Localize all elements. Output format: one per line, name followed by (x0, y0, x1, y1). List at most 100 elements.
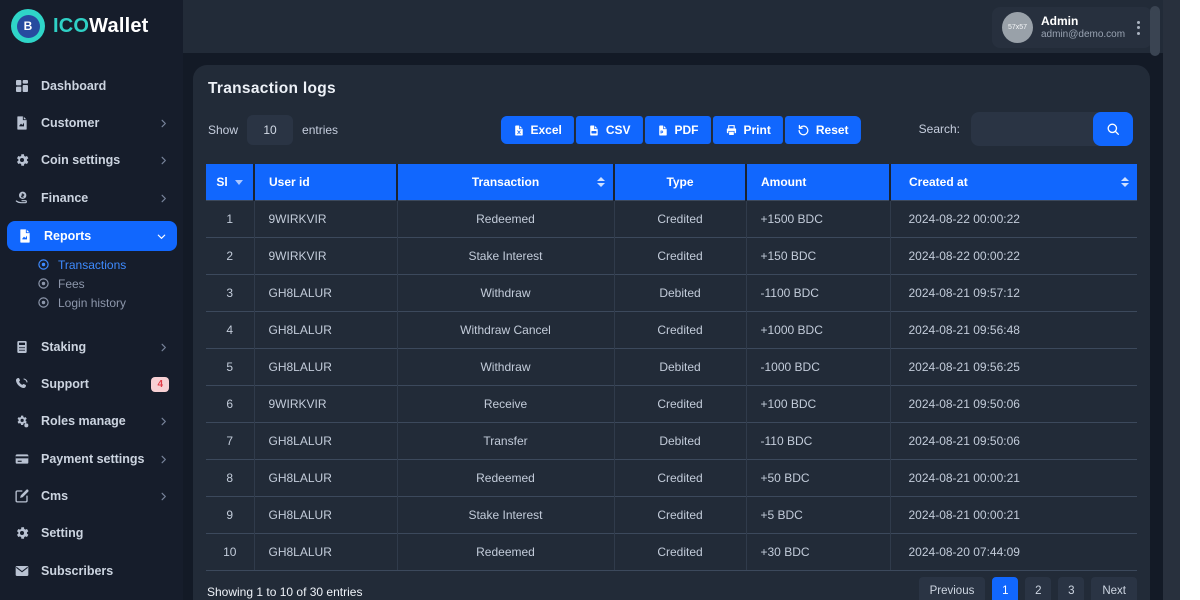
cell-amount: +100 BDC (746, 385, 890, 422)
cell-sl: 8 (206, 459, 254, 496)
phone-icon (14, 376, 30, 392)
gear-icon (14, 525, 30, 541)
scrollbar-thumb[interactable] (1150, 6, 1160, 56)
printer-icon (725, 124, 738, 137)
sidebar-item-staking[interactable]: Staking (0, 332, 183, 362)
excel-button[interactable]: Excel (500, 116, 573, 144)
chevron-right-icon (158, 118, 169, 129)
sidebar-item-coin-settings[interactable]: Coin settings (0, 145, 183, 175)
kebab-menu-icon[interactable] (1133, 17, 1144, 39)
cell-created-at: 2024-08-21 00:00:21 (890, 496, 1137, 533)
cell-amount: +1000 BDC (746, 311, 890, 348)
pagination-page-1[interactable]: 1 (992, 577, 1018, 600)
sidebar-item-reports[interactable]: Reports (7, 221, 177, 251)
sidebar-item-label: Coin settings (41, 153, 120, 167)
cell-sl: 6 (206, 385, 254, 422)
pdf-button[interactable]: PDF (645, 116, 711, 144)
pagination-page-2[interactable]: 2 (1025, 577, 1051, 600)
header-user-id[interactable]: User id (254, 164, 397, 200)
sidebar-item-setting[interactable]: Setting (0, 518, 183, 548)
envelope-icon (14, 563, 30, 579)
sidebar-subitem-login-history[interactable]: Login history (0, 293, 183, 312)
cell-transaction: Withdraw (397, 348, 614, 385)
sidebar-item-payment-settings[interactable]: Payment settings (0, 444, 183, 474)
cell-transaction: Stake Interest (397, 237, 614, 274)
dashboard-grid-icon (14, 78, 30, 94)
cell-amount: -1100 BDC (746, 274, 890, 311)
sidebar-item-cms[interactable]: Cms (0, 481, 183, 511)
sidebar-subitem-fees[interactable]: Fees (0, 274, 183, 293)
header-created-at[interactable]: Created at (890, 164, 1137, 200)
cell-transaction: Withdraw Cancel (397, 311, 614, 348)
cell-type: Credited (614, 200, 746, 237)
sidebar-item-label: Roles manage (41, 414, 126, 428)
search-label: Search: (919, 122, 960, 136)
table-row: 3 GH8LALUR Withdraw Debited -1100 BDC 20… (206, 274, 1137, 311)
sidebar-subitem-transactions[interactable]: Transactions (0, 255, 183, 274)
credit-card-icon (14, 451, 30, 467)
sidebar-item-support[interactable]: Support 4 (0, 369, 183, 399)
print-button[interactable]: Print (713, 116, 783, 144)
cell-sl: 3 (206, 274, 254, 311)
cell-user-id: 9WIRKVIR (254, 237, 397, 274)
roles-gear-icon (14, 413, 30, 429)
cell-sl: 1 (206, 200, 254, 237)
sidebar-item-subscribers[interactable]: Subscribers (0, 556, 183, 586)
sidebar-item-label: Finance (41, 191, 88, 205)
header-type[interactable]: Type (614, 164, 746, 200)
sidebar-item-roles-manage[interactable]: Roles manage (0, 406, 183, 436)
search-button[interactable] (1093, 112, 1133, 146)
entries-select[interactable]: 10 (247, 115, 293, 145)
csv-button-label: CSV (606, 123, 631, 137)
table-row: 7 GH8LALUR Transfer Debited -110 BDC 202… (206, 422, 1137, 459)
cell-type: Credited (614, 385, 746, 422)
csv-button[interactable]: CSV (576, 116, 643, 144)
scrollbar-track[interactable] (1163, 0, 1180, 600)
reset-button[interactable]: Reset (785, 116, 861, 144)
brand-logo[interactable]: B ICOWallet (11, 9, 149, 43)
search-input[interactable] (971, 122, 1083, 136)
header-sl[interactable]: Sl (206, 164, 254, 200)
cell-type: Credited (614, 237, 746, 274)
sort-icon (597, 177, 605, 187)
sidebar-subitem-label: Transactions (58, 258, 126, 272)
sidebar-item-label: Staking (41, 340, 86, 354)
cell-amount: -1000 BDC (746, 348, 890, 385)
cell-amount: -110 BDC (746, 422, 890, 459)
sidebar-item-finance[interactable]: Finance (0, 183, 183, 213)
sidebar-item-dashboard[interactable]: Dashboard (0, 71, 183, 101)
sidebar-subitem-label: Fees (58, 277, 85, 291)
target-circle-icon (37, 258, 50, 271)
chevron-right-icon (158, 155, 169, 166)
transactions-table: Sl User id Transaction Type Amount Creat… (206, 164, 1137, 571)
header-transaction[interactable]: Transaction (397, 164, 614, 200)
pagination-page-3[interactable]: 3 (1058, 577, 1084, 600)
sidebar-item-label: Customer (41, 116, 99, 130)
cell-user-id: GH8LALUR (254, 274, 397, 311)
cell-type: Debited (614, 422, 746, 459)
brand-name-accent: ICO (53, 15, 89, 37)
sidebar: B ICOWallet Dashboard Customer Coin sett… (0, 0, 183, 600)
user-profile-menu[interactable]: 57x57 Admin admin@demo.com (992, 7, 1152, 48)
sidebar-item-customer[interactable]: Customer (0, 108, 183, 138)
header-amount[interactable]: Amount (746, 164, 890, 200)
cell-user-id: GH8LALUR (254, 348, 397, 385)
target-circle-icon (37, 277, 50, 290)
cell-created-at: 2024-08-21 09:56:48 (890, 311, 1137, 348)
table-row: 5 GH8LALUR Withdraw Debited -1000 BDC 20… (206, 348, 1137, 385)
print-button-label: Print (744, 123, 771, 137)
table-row: 6 9WIRKVIR Receive Credited +100 BDC 202… (206, 385, 1137, 422)
cell-created-at: 2024-08-21 00:00:21 (890, 459, 1137, 496)
cell-created-at: 2024-08-21 09:50:06 (890, 385, 1137, 422)
table-header-row: Sl User id Transaction Type Amount Creat… (206, 164, 1137, 200)
page-title: Transaction logs (208, 80, 336, 98)
cell-type: Debited (614, 274, 746, 311)
chevron-right-icon (158, 416, 169, 427)
pagination-next-button[interactable]: Next (1091, 577, 1137, 600)
pagination-previous-button[interactable]: Previous (919, 577, 986, 600)
length-label-before: Show (208, 123, 238, 137)
pdf-button-label: PDF (675, 123, 699, 137)
cell-user-id: GH8LALUR (254, 533, 397, 570)
pagination: Previous 1 2 3 Next (919, 577, 1137, 600)
cell-created-at: 2024-08-21 09:57:12 (890, 274, 1137, 311)
